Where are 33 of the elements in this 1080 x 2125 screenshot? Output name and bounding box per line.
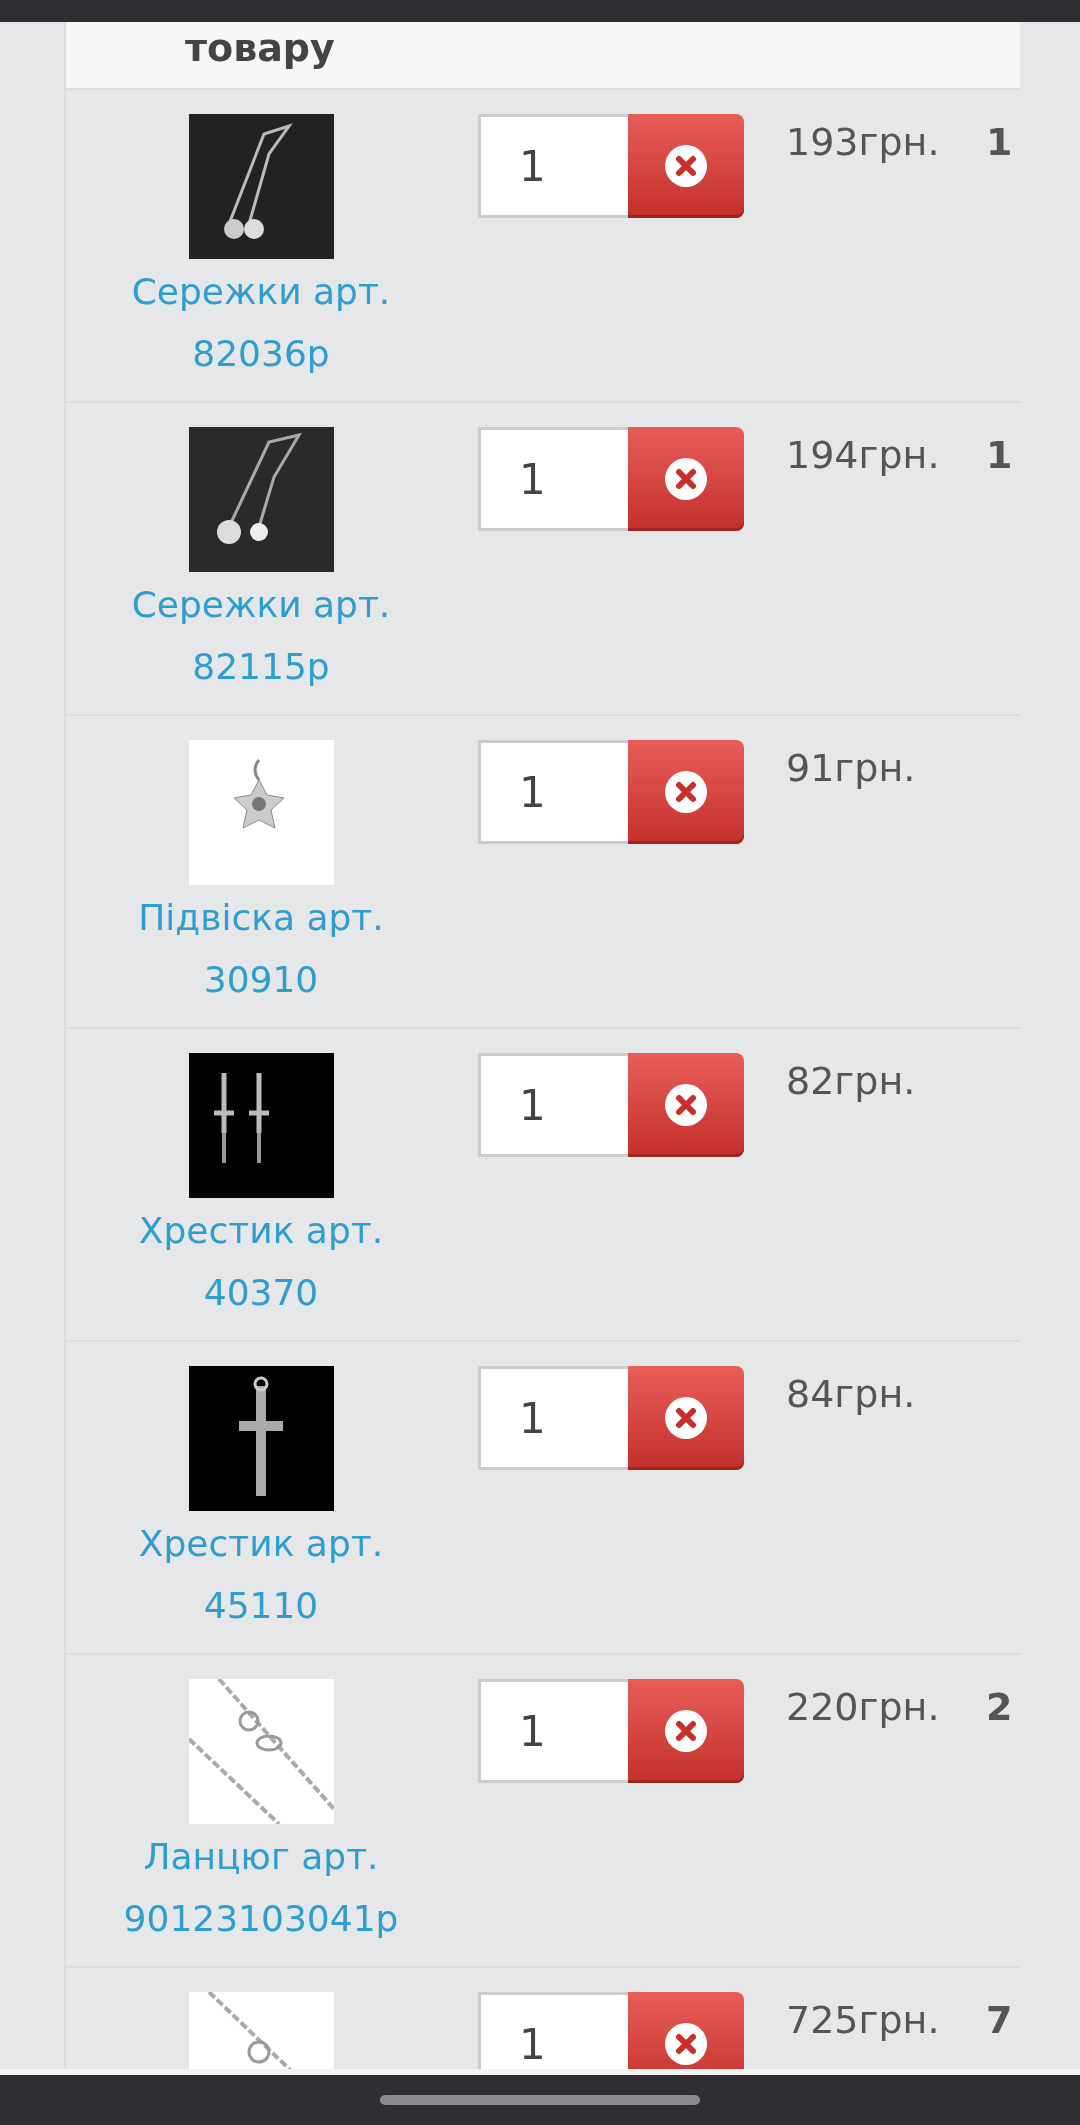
total-text: 2: [986, 1685, 1014, 1729]
close-icon: [665, 771, 707, 813]
close-icon: [665, 2023, 707, 2065]
quantity-field[interactable]: 1: [478, 1366, 628, 1470]
remove-button[interactable]: [628, 1992, 744, 2069]
total-text: 1: [986, 120, 1014, 164]
price-text: 194грн.: [785, 433, 941, 477]
remove-button[interactable]: [628, 114, 744, 218]
column-header: товару: [185, 28, 335, 68]
quantity-field[interactable]: 1: [478, 1679, 628, 1783]
quantity-field[interactable]: 1: [478, 1053, 628, 1157]
total-text: 7: [986, 1998, 1014, 2042]
close-icon: [665, 1710, 707, 1752]
price-text: 91грн.: [785, 746, 917, 790]
price-text: 82грн.: [785, 1059, 917, 1103]
quantity-field[interactable]: 1: [478, 114, 628, 218]
remove-button[interactable]: [628, 427, 744, 531]
close-icon: [665, 1397, 707, 1439]
remove-button[interactable]: [628, 1679, 744, 1783]
quantity-field[interactable]: 1: [478, 427, 628, 531]
price-text: 193грн.: [785, 120, 941, 164]
close-icon: [665, 1084, 707, 1126]
total-text: 1: [986, 433, 1014, 477]
close-icon: [665, 458, 707, 500]
price-text: 220грн.: [785, 1685, 941, 1729]
quantity-field[interactable]: 1: [478, 1992, 628, 2069]
price-text: 725грн.: [785, 1998, 941, 2042]
price-text: 84грн.: [785, 1372, 917, 1416]
remove-button[interactable]: [628, 1366, 744, 1470]
close-icon: [665, 145, 707, 187]
quantity-field[interactable]: 1: [478, 740, 628, 844]
remove-button[interactable]: [628, 1053, 744, 1157]
remove-button[interactable]: [628, 740, 744, 844]
